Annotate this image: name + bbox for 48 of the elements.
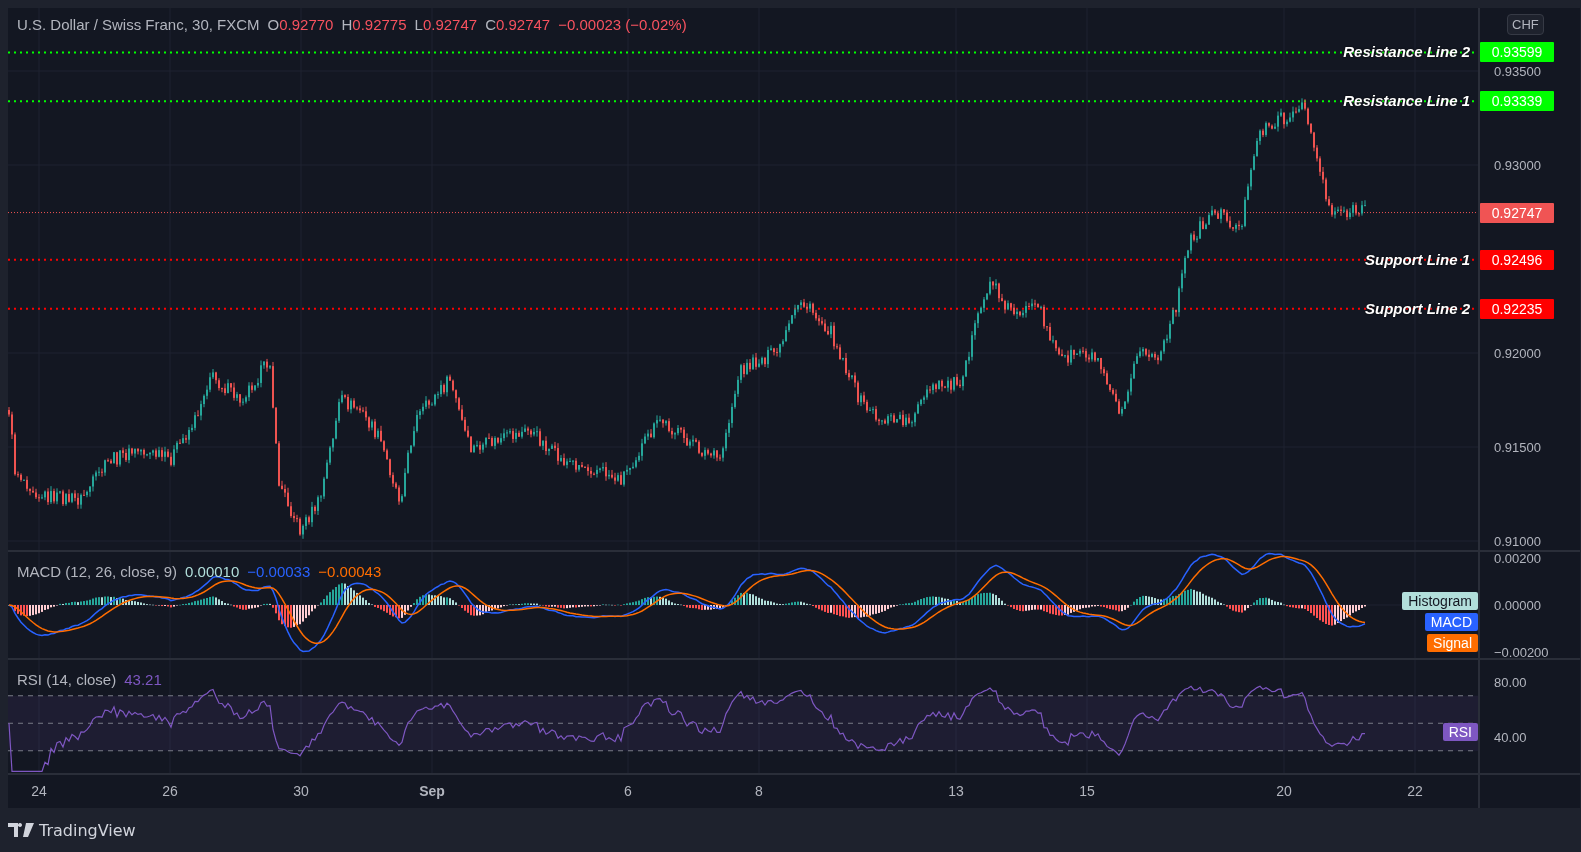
symbol-title: U.S. Dollar / Swiss Franc, 30, FXCM [17,16,260,33]
price-tick: 0.93500 [1494,63,1541,79]
price-tag: 0.92235 [1480,298,1554,319]
price-tag: 0.92747 [1480,202,1554,223]
indicator-value: 0.00010 [185,563,240,580]
indicator-title: MACD (12, 26, close, 9) [17,563,178,580]
time-tick: 8 [755,783,763,799]
series-tag: Signal [1427,634,1478,652]
logo-icon [8,823,34,837]
line-label: Support Line 1 [1365,250,1470,268]
price-tick: 0.91000 [1494,533,1541,549]
ohlc-reading: C0.92747 [485,16,551,33]
indicator-value: −0.00043 [318,563,382,580]
ohlc-reading: L0.92747 [414,16,478,33]
price-tick: 0.93000 [1494,157,1541,173]
brand-link[interactable]: TradingView [8,820,136,840]
indicator-title: RSI (14, close) [17,671,117,688]
line-label: Resistance Line 2 [1343,43,1470,61]
time-tick: 22 [1407,783,1423,799]
indicator-tick: −0.00200 [1494,644,1549,658]
time-tick: 13 [948,783,964,799]
series-tag: RSI [1442,722,1478,741]
time-tick: 20 [1276,783,1292,799]
indicator-tick: 80.00 [1494,674,1527,690]
price-tick: 0.92000 [1494,345,1541,361]
indicator-tick: 0.00000 [1494,597,1541,613]
price-tick: 0.91500 [1494,439,1541,455]
series-tag: Histogram [1402,592,1478,610]
indicator-tick: 40.00 [1494,729,1527,745]
ohlc-reading: H0.92775 [341,16,407,33]
time-tick: 6 [624,783,632,799]
indicator-value: −0.00033 [247,563,311,580]
indicator-value: 43.21 [124,671,162,688]
time-tick: 26 [162,783,178,799]
line-label: Support Line 2 [1365,299,1470,317]
indicator-tick: 0.00200 [1494,552,1541,566]
currency-button[interactable]: CHF [1507,14,1544,35]
time-tick: Sep [419,783,445,799]
time-tick: 30 [293,783,309,799]
price-tag: 0.93599 [1480,42,1554,63]
ohlc-reading: O0.92770 [267,16,334,33]
price-tag: 0.92496 [1480,249,1554,270]
price-tag: 0.93339 [1480,91,1554,112]
price-change: −0.00023 (−0.02%) [558,16,687,33]
time-tick: 24 [31,783,47,799]
line-label: Resistance Line 1 [1343,91,1470,109]
time-tick: 15 [1079,783,1095,799]
series-tag: MACD [1424,613,1478,631]
